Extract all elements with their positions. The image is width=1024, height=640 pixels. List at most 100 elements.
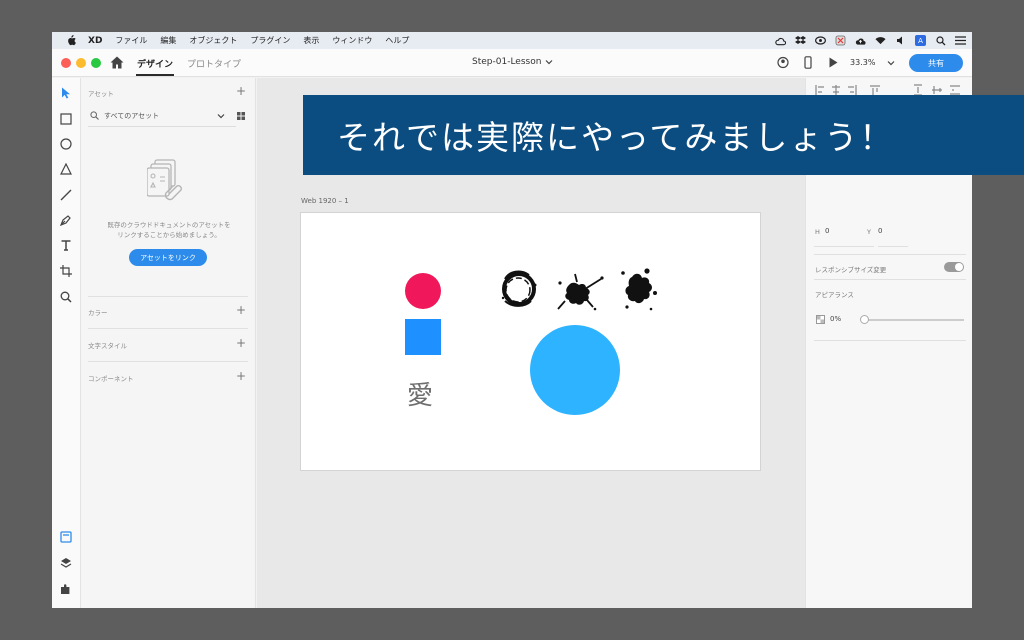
opacity-slider-track[interactable] — [864, 319, 964, 321]
colors-section-label: カラー — [88, 309, 108, 317]
artboard[interactable]: 愛 — [300, 212, 761, 471]
artboard-tool-icon[interactable] — [59, 264, 73, 278]
volume-icon[interactable] — [895, 35, 906, 46]
assets-header: アセット — [88, 90, 114, 98]
menu-plugins[interactable]: プラグイン — [250, 35, 290, 46]
opacity-checker-icon — [816, 315, 825, 324]
zoom-chevron-icon[interactable] — [887, 59, 895, 67]
divider — [814, 340, 966, 341]
artboard-label[interactable]: Web 1920 – 1 — [301, 197, 349, 205]
document-title[interactable]: Step-01-Lesson — [472, 57, 541, 67]
plugins-icon[interactable] — [59, 582, 73, 596]
empty-message-line: リンクすることから始めましょう。 — [117, 231, 221, 239]
close-window-button[interactable] — [61, 58, 71, 68]
asset-filter-label: すべてのアセット — [104, 112, 160, 120]
opacity-slider-handle[interactable] — [860, 315, 869, 324]
wifi-icon[interactable] — [875, 35, 886, 46]
add-color-icon[interactable]: + — [236, 304, 246, 316]
zoom-level[interactable]: 33.3% — [850, 58, 875, 67]
blue-square-shape[interactable] — [405, 319, 441, 355]
rectangle-tool-icon[interactable] — [59, 112, 73, 126]
text-tool-icon[interactable] — [59, 238, 73, 252]
user-icon[interactable] — [777, 56, 789, 69]
add-component-icon[interactable]: + — [236, 370, 246, 382]
ink-ring-brush-icon[interactable] — [497, 265, 541, 313]
app-toolbar: デザイン プロトタイプ Step-01-Lesson 33.3% 共有 — [52, 49, 972, 77]
apple-icon[interactable] — [64, 35, 78, 46]
lesson-banner: それでは実際にやってみましょう！ — [303, 95, 1024, 175]
zoom-window-button[interactable] — [91, 58, 101, 68]
menu-bar: XD ファイル 編集 オブジェクト プラグイン 表示 ウィンドウ ヘルプ A — [52, 32, 972, 49]
empty-assets-message: 既存のクラウドドキュメントのアセットを リンクすることから始めましょう。 — [89, 220, 249, 240]
pen-tool-icon[interactable] — [59, 213, 73, 227]
polygon-tool-icon[interactable] — [59, 162, 73, 176]
divider — [814, 279, 966, 280]
spotlight-search-icon[interactable] — [935, 35, 946, 46]
mobile-preview-icon[interactable] — [802, 56, 814, 69]
active-tab-indicator — [136, 74, 174, 76]
character-styles-section-label: 文字スタイル — [88, 342, 127, 350]
large-blue-circle-shape[interactable] — [530, 325, 620, 415]
responsive-resize-label: レスポンシブサイズ変更 — [815, 266, 887, 274]
ink-splash-icon[interactable] — [555, 273, 605, 315]
menu-app-name[interactable]: XD — [88, 36, 102, 46]
ellipse-tool-icon[interactable] — [59, 137, 73, 151]
linked-documents-icon — [147, 159, 182, 201]
layers-icon[interactable] — [59, 556, 73, 570]
menu-file[interactable]: ファイル — [115, 35, 147, 46]
components-section-label: コンポーネント — [88, 375, 134, 383]
grid-view-icon[interactable] — [236, 111, 246, 121]
appearance-label: アピアランス — [815, 291, 854, 299]
link-assets-button[interactable]: アセットをリンク — [129, 249, 207, 266]
zoom-tool-icon[interactable] — [59, 290, 73, 304]
add-asset-icon[interactable]: + — [236, 85, 246, 97]
y-label: Y — [867, 228, 871, 236]
opacity-input[interactable]: 0% — [830, 315, 841, 323]
ink-splatter-icon[interactable] — [617, 267, 659, 313]
tab-prototype[interactable]: プロトタイプ — [187, 57, 241, 70]
toggle-knob — [955, 263, 963, 271]
kanji-text-ai[interactable]: 愛 — [407, 375, 433, 412]
menu-view[interactable]: 表示 — [303, 35, 319, 46]
height-input[interactable]: 0 — [825, 227, 829, 235]
divider — [88, 126, 236, 127]
chevron-down-icon[interactable] — [545, 58, 553, 66]
control-center-icon[interactable] — [955, 35, 966, 46]
empty-message-line: 既存のクラウドドキュメントのアセットを — [107, 221, 231, 229]
asset-filter[interactable]: すべてのアセット — [88, 108, 248, 124]
input-source-icon[interactable]: A — [915, 35, 926, 46]
creative-cloud-icon[interactable] — [815, 35, 826, 46]
divider — [88, 296, 248, 297]
tab-design[interactable]: デザイン — [137, 57, 173, 70]
divider — [814, 254, 966, 255]
upload-icon[interactable] — [855, 35, 866, 46]
assets-panel: アセット + すべてのアセット 既存のクラウドドキュメントのアセットを リンクす… — [81, 78, 256, 608]
assets-panel-icon[interactable] — [59, 530, 73, 544]
tool-strip — [52, 78, 81, 608]
menu-edit[interactable]: 編集 — [160, 35, 176, 46]
divider — [88, 361, 248, 362]
messages-icon[interactable] — [835, 35, 846, 46]
line-tool-icon[interactable] — [59, 188, 73, 202]
cloud-sync-icon[interactable] — [775, 35, 786, 46]
play-icon[interactable] — [827, 56, 839, 69]
red-circle-shape[interactable] — [405, 273, 441, 309]
home-icon[interactable] — [110, 56, 124, 69]
select-tool-icon[interactable] — [59, 86, 73, 100]
status-icons: A — [775, 32, 966, 49]
divider — [88, 328, 248, 329]
add-character-style-icon[interactable]: + — [236, 337, 246, 349]
share-button[interactable]: 共有 — [909, 54, 963, 72]
h-label: H — [815, 228, 820, 236]
menu-object[interactable]: オブジェクト — [189, 35, 237, 46]
search-icon — [90, 111, 99, 120]
menu-help[interactable]: ヘルプ — [385, 35, 409, 46]
chevron-down-icon[interactable] — [217, 112, 225, 120]
y-position-input[interactable]: 0 — [878, 227, 882, 235]
responsive-resize-toggle[interactable] — [944, 262, 964, 272]
divider — [878, 246, 908, 247]
dropbox-icon[interactable] — [795, 35, 806, 46]
minimize-window-button[interactable] — [76, 58, 86, 68]
menu-window[interactable]: ウィンドウ — [332, 35, 372, 46]
divider — [814, 246, 874, 247]
